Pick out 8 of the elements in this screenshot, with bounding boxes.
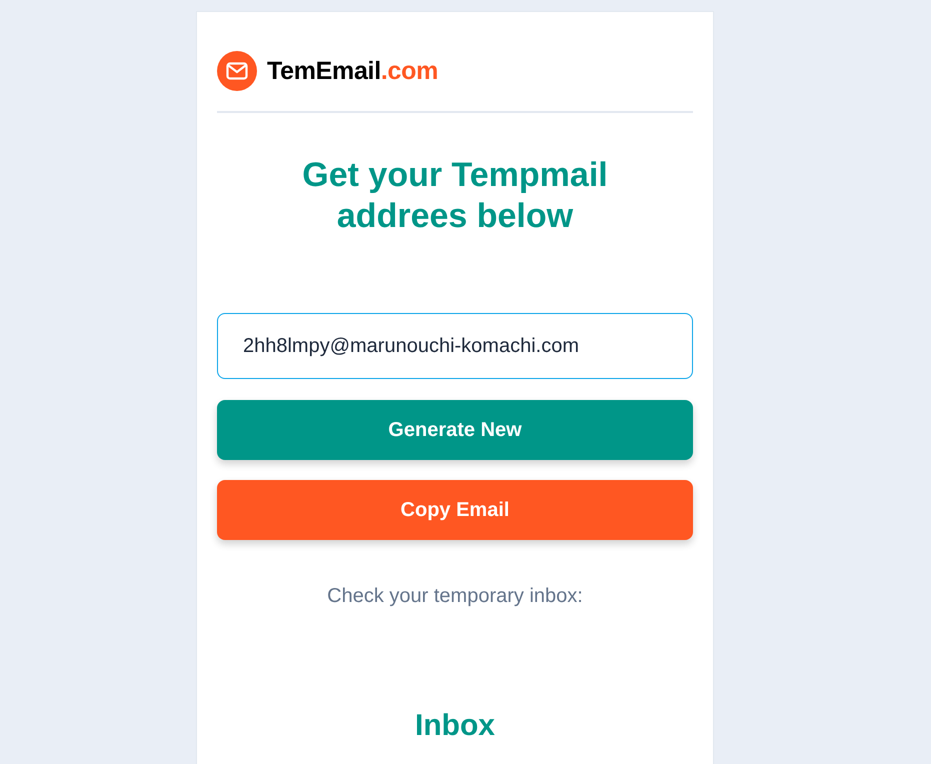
inbox-hint: Check your temporary inbox: <box>326 584 584 609</box>
copy-button[interactable]: Copy Email <box>217 480 693 540</box>
inbox-heading: Inbox <box>414 708 496 744</box>
email-field[interactable]: 2hh8lmpy@marunouchi-komachi.com <box>217 313 693 379</box>
envelope-logo-icon <box>217 51 257 91</box>
brand-name: TemEmail.com <box>267 56 438 86</box>
generate-button[interactable]: Generate New <box>217 400 693 460</box>
page-headline: Get your Tempmail addrees below <box>301 155 609 237</box>
